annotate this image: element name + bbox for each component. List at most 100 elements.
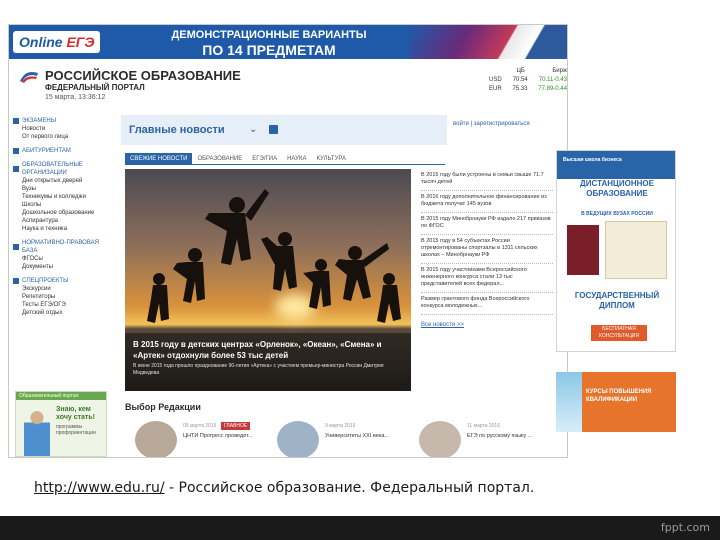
slide-footer: fppt.com (0, 516, 720, 540)
ad-courses-text: КУРСЫ ПОВЫШЕНИЯ КВАЛИФИКАЦИИ (586, 389, 652, 403)
diploma-page-image (605, 221, 667, 279)
list-item[interactable]: В 2016 году дополнительное финансировани… (421, 191, 553, 213)
banner-title-line1: ДЕМОНСТРАЦИОННЫЕ ВАРИАНТЫ (171, 29, 367, 41)
editors-thumbnail (135, 421, 177, 457)
sidebar-section-applicants[interactable]: АБИТУРИЕНТАМ (9, 147, 113, 155)
logo-online-text: Online (19, 34, 63, 50)
rates-header-cb: ЦБ (516, 68, 525, 74)
sidebar-ad-banner[interactable]: Образовательный портал Знаю, кем хочу ст… (15, 391, 107, 457)
ad-heading-diploma: ГОСУДАРСТВЕННЫЙ ДИПЛОМ (574, 291, 660, 310)
sidebar-item-first-person[interactable]: От первого лица (9, 133, 113, 141)
sidebar-item-universities[interactable]: Вузы (9, 185, 113, 193)
kids-silhouettes-image (147, 189, 401, 323)
sidebar-item-tests[interactable]: Тесты ЕГЭ/ОГЭ (9, 301, 113, 309)
editors-choice-title: Выбор Редакции (125, 402, 201, 412)
sidebar-item-postgraduate[interactable]: Аспирантура (9, 217, 113, 225)
tab-ege-gia[interactable]: ЕГЭ/ГИА (247, 153, 282, 164)
news-title-bar: Главные новости ⌄ (121, 115, 447, 145)
news-section-title[interactable]: Главные новости (129, 123, 225, 137)
sidebar-section-organizations[interactable]: ОБРАЗОВАТЕЛЬНЫЕ ОРГАНИЗАЦИИ (9, 161, 113, 177)
student-photo (24, 408, 50, 456)
portal-datetime: 15 марта, 13:36:12 (45, 94, 106, 101)
sidebar-item-kids-rest[interactable]: Детский отдых (9, 309, 113, 317)
login-link[interactable]: войти | зарегистрироваться (453, 119, 565, 129)
editors-text: ЕГЭ по русскому языку ... (467, 433, 533, 439)
rate-code: EUR (489, 86, 502, 92)
sidebar-section-exams[interactable]: ЭКЗАМЕНЫ (9, 117, 113, 125)
rate-exch: 70.11-0.43 (538, 77, 567, 83)
fppt-brand: fppt.com (660, 521, 710, 534)
editors-item[interactable]: 09 марта 2016 ГЛАВНОЕ ЦНТИ Прогресс пров… (135, 421, 275, 457)
qualification-courses-ad[interactable]: КУРСЫ ПОВЫШЕНИЯ КВАЛИФИКАЦИИ (556, 372, 676, 432)
login-text: войти | зарегистрироваться (453, 121, 530, 127)
portal-flag-logo-icon (20, 71, 38, 83)
editors-text: ЦНТИ Прогресс проведет... (183, 433, 253, 439)
sidebar-item-fgos[interactable]: ФГОСы (9, 255, 113, 263)
website-screenshot: Online ЕГЭ ДЕМОНСТРАЦИОННЫЕ ВАРИАНТЫ ПО … (8, 24, 568, 458)
editors-thumbnail (277, 421, 319, 457)
slide-caption: http://www.edu.ru/ - Российское образова… (34, 478, 694, 498)
ad-subheading: В ВЕДУЩИХ ВУЗАХ РОССИИ (581, 211, 653, 217)
rates-header-exch: Бирж (552, 68, 567, 74)
rss-icon[interactable] (269, 125, 278, 134)
rates-header-row: ЦБ Бирж (489, 67, 567, 76)
editors-item[interactable]: 9 марта 2016 Университеты XXI века... (277, 421, 417, 457)
sidebar-item-colleges[interactable]: Техникумы и колледжи (9, 193, 113, 201)
editors-text: Университеты XXI века... (325, 433, 389, 439)
distance-education-ad[interactable]: Высшая школа бизнеса ДИСТАНЦИОННОЕ ОБРАЗ… (556, 150, 676, 352)
editors-thumbnail (419, 421, 461, 457)
sidebar-item-documents[interactable]: Документы (9, 263, 113, 271)
tab-culture[interactable]: КУЛЬТУРА (311, 153, 351, 164)
all-news-link[interactable]: Все новости >> (421, 321, 553, 329)
list-item[interactable]: В 2015 году были устроены в семьи свыше … (421, 169, 553, 191)
left-sidebar: ЭКЗАМЕНЫ Новости От первого лица АБИТУРИ… (9, 111, 113, 457)
free-consultation-button[interactable]: БЕСПЛАТНАЯ КОНСУЛЬТАЦИЯ (591, 325, 647, 341)
news-tabs: СВЕЖИЕ НОВОСТИ ОБРАЗОВАНИЕ ЕГЭ/ГИА НАУКА… (125, 153, 445, 165)
banner-title-line2: ПО 14 ПРЕДМЕТАМ (202, 42, 336, 58)
news-list: В 2015 году были устроены в семьи свыше … (421, 169, 553, 399)
sidebar-item-excursions[interactable]: Экскурсии (9, 285, 113, 293)
rate-code: USD (489, 77, 502, 83)
currency-rates: ЦБ Бирж USD 70.54 70.11-0.43 EUR 75.33 7… (489, 67, 567, 94)
slide: Online ЕГЭ ДЕМОНСТРАЦИОННЫЕ ВАРИАНТЫ ПО … (0, 0, 720, 540)
editors-date: 9 марта 2016 (325, 423, 356, 429)
sidebar-item-news[interactable]: Новости (9, 125, 113, 133)
sidebar-section-special[interactable]: СПЕЦПРОЕКТЫ (9, 277, 113, 285)
editors-item[interactable]: 11 марта 2016 ЕГЭ по русскому языку ... (419, 421, 559, 457)
sidebar-item-tutors[interactable]: Репетиторы (9, 293, 113, 301)
tab-fresh-news[interactable]: СВЕЖИЕ НОВОСТИ (125, 153, 193, 164)
tab-education[interactable]: ОБРАЗОВАНИЕ (192, 153, 247, 164)
list-item[interactable]: Размер грантового фонда Всероссийского к… (421, 293, 553, 315)
rate-row-eur: EUR 75.33 77.89-0.44 (489, 85, 567, 94)
ad-tulip-image (556, 372, 582, 432)
rate-row-usd: USD 70.54 70.11-0.43 (489, 76, 567, 85)
portal-subtitle: ФЕДЕРАЛЬНЫЙ ПОРТАЛ (45, 83, 145, 92)
portal-name[interactable]: РОССИЙСКОЕ ОБРАЗОВАНИЕ (45, 69, 241, 83)
online-ege-logo: Online ЕГЭ (13, 31, 101, 53)
logo-ege-text: ЕГЭ (66, 34, 95, 50)
top-banner[interactable]: Online ЕГЭ ДЕМОНСТРАЦИОННЫЕ ВАРИАНТЫ ПО … (9, 25, 567, 59)
rate-exch: 77.89-0.44 (538, 86, 567, 92)
banner-decoration (409, 25, 567, 59)
list-item[interactable]: В 2015 году Минобрнауки РФ издало 217 пр… (421, 213, 553, 235)
sidebar-item-open-days[interactable]: Дни открытых дверей (9, 177, 113, 185)
sidebar-ad-title: Знаю, кем хочу стать! (56, 406, 95, 421)
sidebar-section-legal[interactable]: НОРМАТИВНО-ПРАВОВАЯ БАЗА (9, 239, 113, 255)
status-badge: ГЛАВНОЕ (221, 422, 251, 430)
edu-ru-link[interactable]: http://www.edu.ru/ (34, 480, 165, 496)
sidebar-item-schools[interactable]: Школы (9, 201, 113, 209)
section-square-icon (13, 166, 19, 172)
tab-science[interactable]: НАУКА (282, 153, 311, 164)
sidebar-item-preschool[interactable]: Дошкольное образование (9, 209, 113, 217)
section-square-icon (13, 244, 19, 250)
main-content: Главные новости ⌄ войти | зарегистрирова… (121, 111, 561, 457)
chevron-down-icon[interactable]: ⌄ (249, 123, 257, 137)
sidebar-ad-text: программы профориентации (56, 424, 96, 436)
headline-photo[interactable]: В 2015 году в детских центрах «Орленок»,… (125, 169, 411, 391)
list-item[interactable]: В 2015 году участниками Всероссийского и… (421, 264, 553, 293)
sidebar-item-science[interactable]: Наука и техника (9, 225, 113, 233)
list-item[interactable]: В 2015 году в 54 субъектах России отремо… (421, 235, 553, 264)
photo-caption: В 2015 году в детских центрах «Орленок»,… (125, 333, 411, 391)
ad-logo-text: Высшая школа бизнеса (563, 157, 622, 163)
photo-caption-main[interactable]: В 2015 году в детских центрах «Орленок»,… (133, 339, 403, 361)
